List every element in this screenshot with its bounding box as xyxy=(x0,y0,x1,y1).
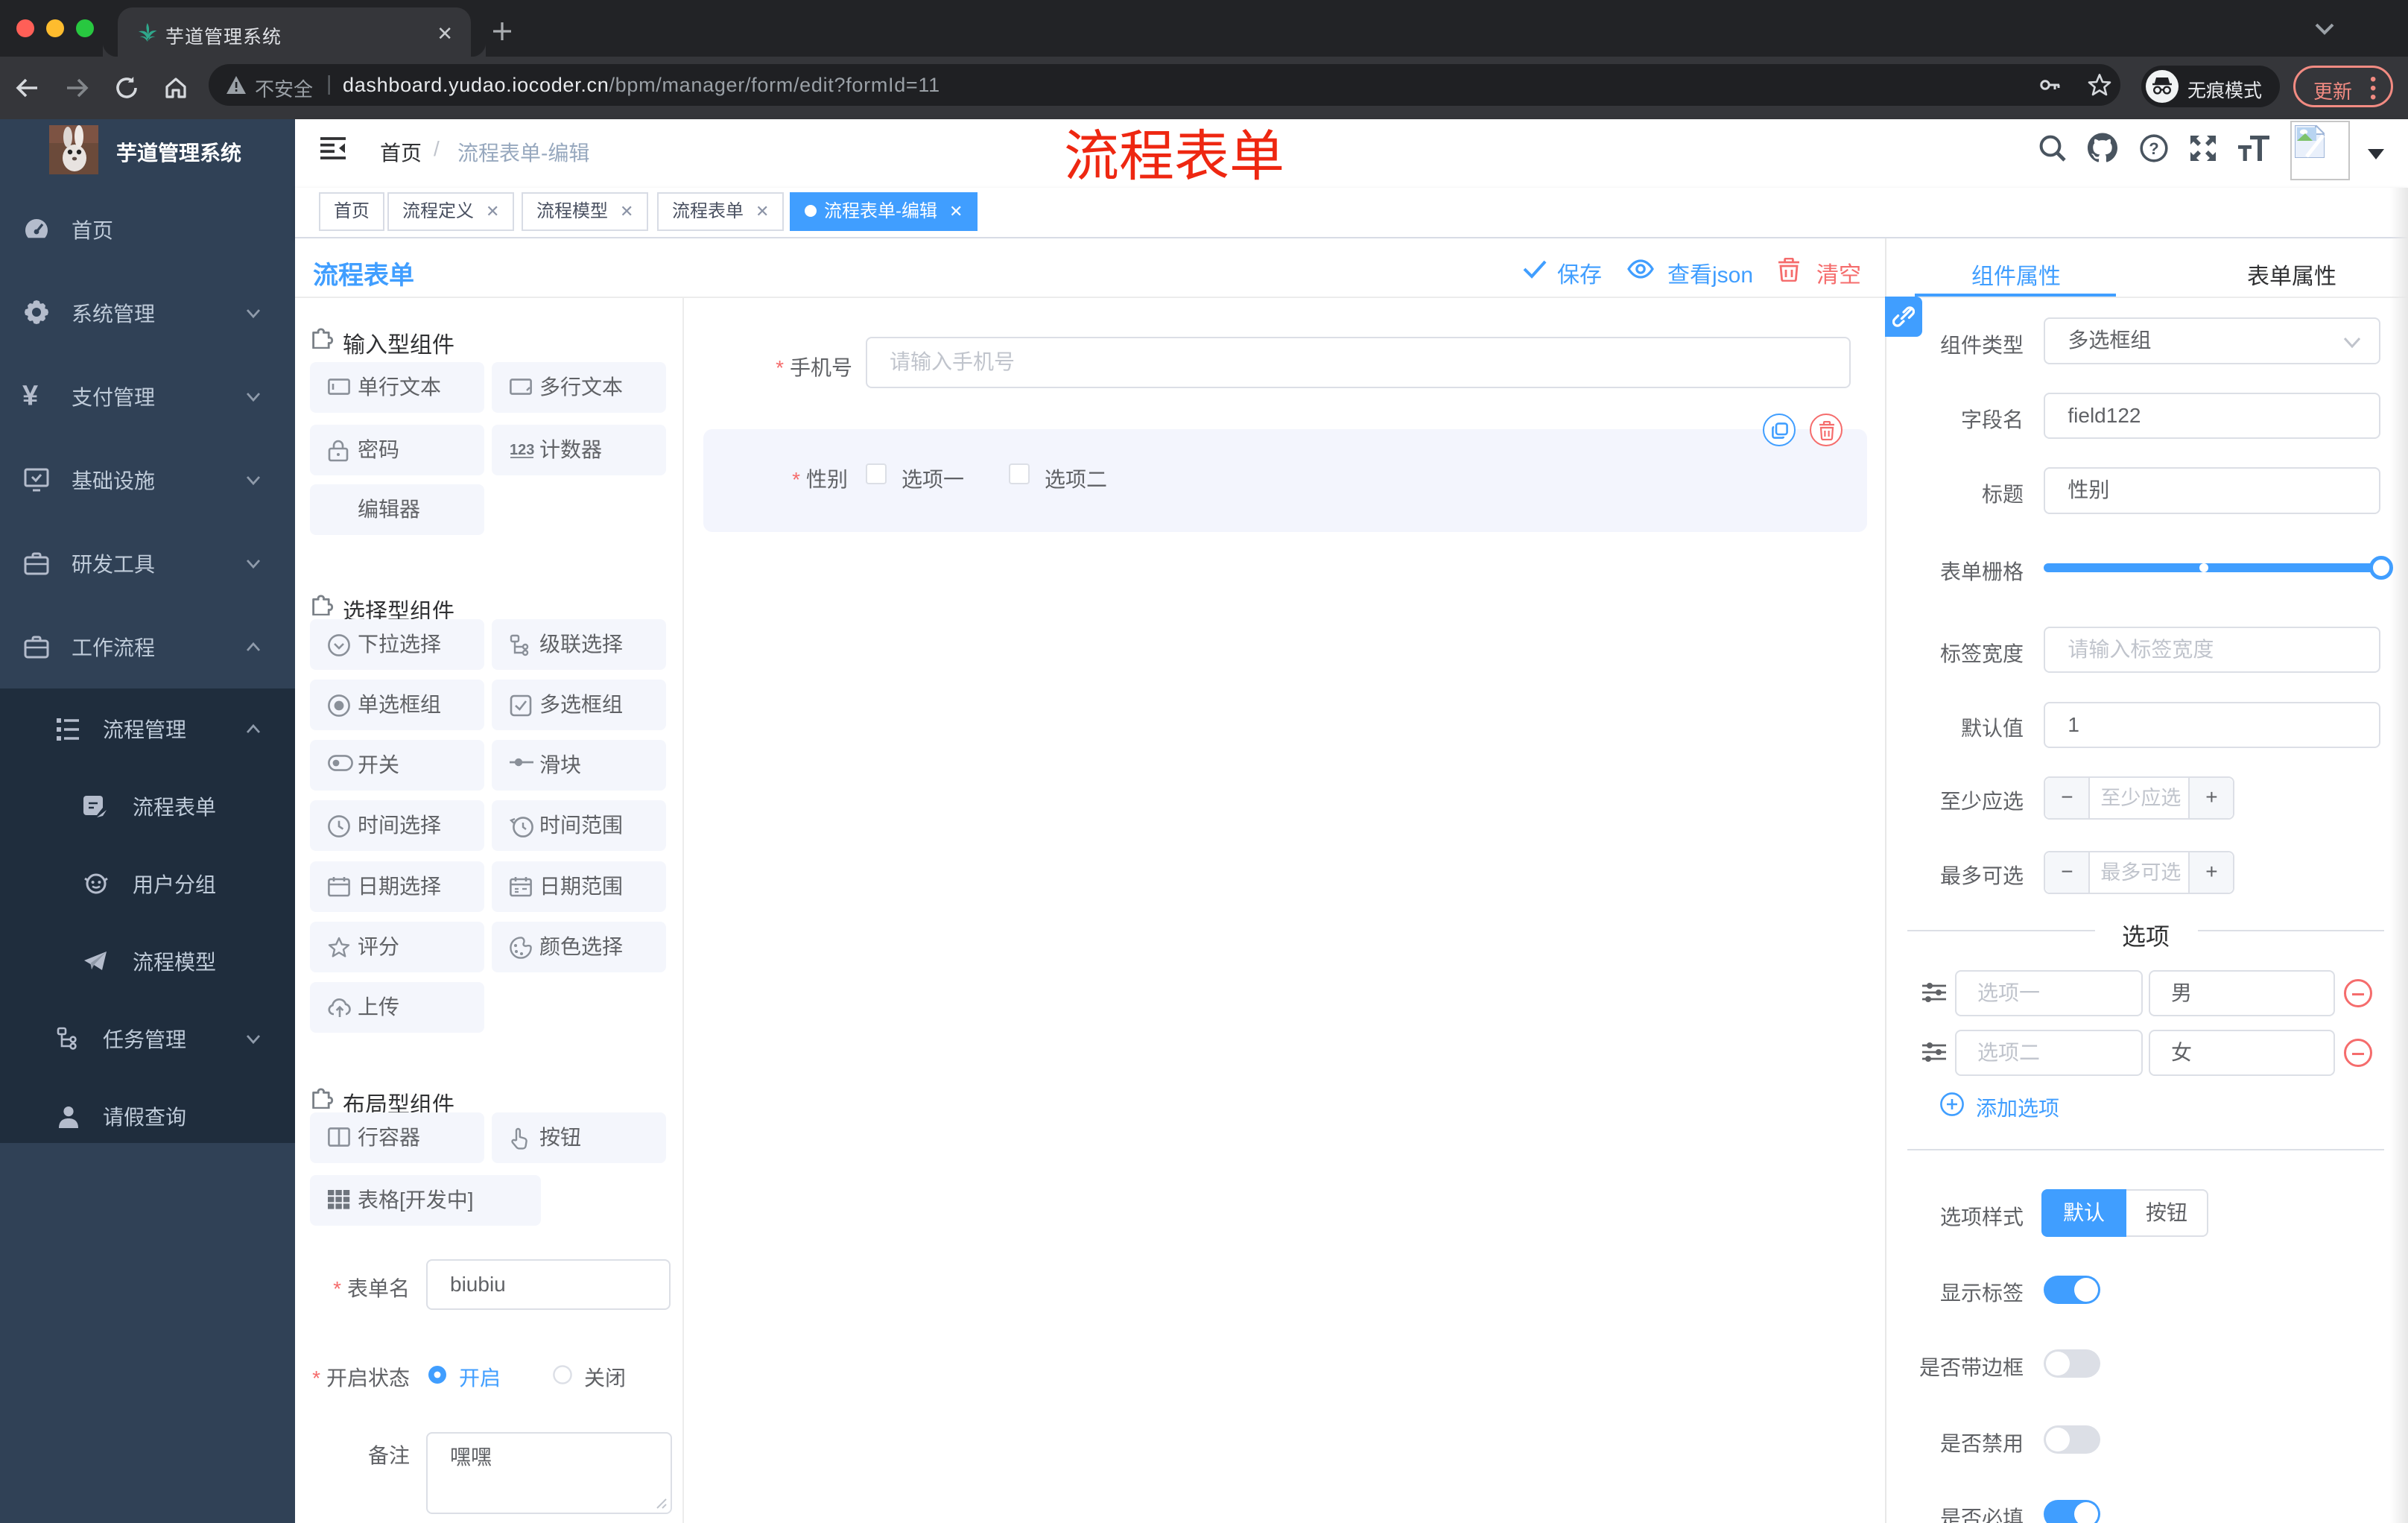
svg-text:123: 123 xyxy=(510,442,534,458)
svg-text:?: ? xyxy=(2149,139,2158,158)
